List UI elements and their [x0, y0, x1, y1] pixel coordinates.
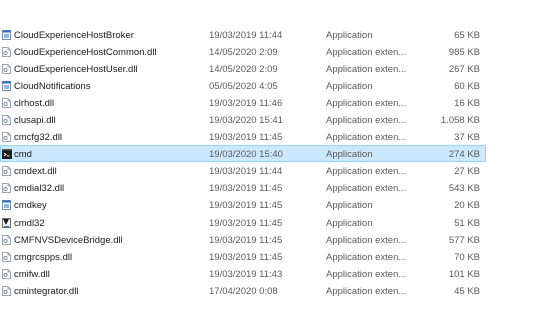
- file-name: cmdext.dll: [14, 166, 57, 178]
- file-name: CloudExperienceHostCommon.dll: [14, 47, 157, 59]
- dll-file-icon: [2, 285, 11, 296]
- file-name: cmdkey: [14, 200, 47, 212]
- dll-file-icon: [2, 98, 11, 109]
- file-date-modified: 19/03/2019 11:45: [209, 183, 283, 195]
- file-type: Application exten...: [326, 132, 407, 144]
- application-icon: [2, 30, 11, 40]
- file-date-modified: 19/03/2019 11:44: [209, 30, 283, 41]
- file-size: 274 KB: [448, 149, 480, 161]
- file-type: Application exten...: [326, 183, 407, 195]
- download-app-icon: [2, 217, 11, 228]
- file-row[interactable]: cmifw.dll 19/03/2019 11:43 Application e…: [0, 265, 486, 282]
- file-row[interactable]: cmintegrator.dll 17/04/2020 0:08 Applica…: [0, 282, 486, 299]
- file-size: 1.058 KB: [440, 115, 480, 127]
- file-type: Application: [326, 149, 373, 161]
- dll-file-icon: [2, 251, 11, 262]
- file-row[interactable]: CMFNVSDeviceBridge.dll 19/03/2019 11:45 …: [0, 231, 486, 248]
- file-type: Application exten...: [326, 98, 407, 110]
- file-date-modified: 19/03/2019 11:45: [209, 234, 283, 246]
- file-size: 60 KB: [454, 81, 480, 93]
- file-size: 27 KB: [454, 166, 480, 178]
- file-date-modified: 05/05/2020 4:05: [209, 81, 278, 93]
- console-icon: [2, 149, 12, 160]
- file-date-modified: 14/05/2020 2:09: [209, 47, 278, 59]
- dll-file-icon: [2, 183, 11, 194]
- file-row[interactable]: cmgrcspps.dll 19/03/2019 11:45 Applicati…: [0, 248, 486, 265]
- file-name: cmintegrator.dll: [14, 285, 79, 297]
- dll-file-icon: [2, 115, 11, 126]
- file-date-modified: 19/03/2019 11:43: [209, 268, 283, 280]
- file-size: 70 KB: [454, 251, 480, 263]
- file-row[interactable]: CloudExperienceHostCommon.dll 14/05/2020…: [0, 43, 486, 60]
- file-row[interactable]: CloudExperienceHostUser.dll 14/05/2020 2…: [0, 60, 486, 77]
- file-date-modified: 19/03/2019 11:45: [209, 132, 283, 144]
- file-row[interactable]: cmdext.dll 19/03/2019 11:44 Application …: [0, 162, 486, 179]
- dll-file-icon: [2, 47, 11, 58]
- file-size: 37 KB: [454, 132, 480, 144]
- file-row[interactable]: clrhost.dll 19/03/2019 11:46 Application…: [0, 94, 486, 111]
- file-size: 101 KB: [448, 268, 480, 280]
- file-name: CloudNotifications: [14, 81, 91, 93]
- file-row[interactable]: clusapi.dll 19/03/2020 15:41 Application…: [0, 111, 486, 128]
- file-size: 16 KB: [454, 98, 480, 110]
- file-date-modified: 19/03/2019 11:45: [209, 251, 283, 263]
- file-size: 51 KB: [454, 217, 480, 229]
- dll-file-icon: [2, 166, 11, 177]
- file-date-modified: 19/03/2019 11:45: [209, 200, 283, 212]
- file-row[interactable]: cmdial32.dll 19/03/2019 11:45 Applicatio…: [0, 179, 486, 196]
- file-type: Application exten...: [326, 47, 407, 59]
- file-name: CloudExperienceHostUser.dll: [14, 64, 138, 76]
- file-type: Application exten...: [326, 234, 407, 246]
- file-date-modified: 17/04/2020 0:08: [209, 285, 278, 297]
- file-date-modified: 19/03/2020 15:41: [209, 115, 283, 127]
- file-name: cmd: [14, 149, 32, 161]
- file-size: 20 KB: [454, 200, 480, 212]
- file-name: CloudExperienceHostBroker: [14, 30, 134, 41]
- file-size: 985 KB: [448, 47, 480, 59]
- file-type: Application: [326, 200, 373, 212]
- file-row[interactable]: CloudExperienceHostBroker 19/03/2019 11:…: [0, 26, 486, 43]
- file-size: 577 KB: [448, 234, 480, 246]
- file-size: 65 KB: [454, 30, 480, 41]
- file-date-modified: 19/03/2019 11:45: [209, 217, 283, 229]
- file-date-modified: 19/03/2019 11:46: [209, 98, 283, 110]
- file-size: 267 KB: [448, 64, 480, 76]
- file-size: 543 KB: [448, 183, 480, 195]
- file-name: cmifw.dll: [14, 268, 50, 280]
- file-name: CMFNVSDeviceBridge.dll: [14, 234, 123, 246]
- file-row[interactable]: CloudNotifications 05/05/2020 4:05 Appli…: [0, 77, 486, 94]
- file-row[interactable]: cmdl32 19/03/2019 11:45 Application 51 K…: [0, 214, 486, 231]
- file-type: Application exten...: [326, 115, 407, 127]
- application-icon: [2, 81, 11, 92]
- application-icon: [2, 200, 11, 211]
- file-type: Application exten...: [326, 268, 407, 280]
- file-row[interactable]: cmcfg32.dll 19/03/2019 11:45 Application…: [0, 128, 486, 145]
- file-date-modified: 19/03/2019 11:44: [209, 166, 283, 178]
- dll-file-icon: [2, 268, 11, 279]
- file-type: Application exten...: [326, 166, 407, 178]
- file-name: clusapi.dll: [14, 115, 56, 127]
- file-date-modified: 14/05/2020 2:09: [209, 64, 278, 76]
- file-type: Application exten...: [326, 251, 407, 263]
- file-type: Application exten...: [326, 64, 407, 76]
- file-name: cmgrcspps.dll: [14, 251, 73, 263]
- file-type: Application: [326, 217, 373, 229]
- file-name: clrhost.dll: [14, 98, 55, 110]
- dll-file-icon: [2, 234, 11, 245]
- file-type: Application exten...: [326, 285, 407, 297]
- file-name: cmdial32.dll: [14, 183, 65, 195]
- file-type: Application: [326, 30, 373, 41]
- file-list: CloudExperienceHostBroker 19/03/2019 11:…: [0, 26, 486, 299]
- file-type: Application: [326, 81, 373, 93]
- file-name: cmcfg32.dll: [14, 132, 63, 144]
- dll-file-icon: [2, 132, 11, 143]
- file-size: 45 KB: [454, 285, 480, 297]
- file-row[interactable]: cmd 19/03/2020 15:40 Application 274 KB: [0, 145, 486, 163]
- file-row[interactable]: cmdkey 19/03/2019 11:45 Application 20 K…: [0, 196, 486, 213]
- dll-file-icon: [2, 64, 11, 75]
- file-date-modified: 19/03/2020 15:40: [209, 149, 283, 161]
- file-name: cmdl32: [14, 217, 45, 229]
